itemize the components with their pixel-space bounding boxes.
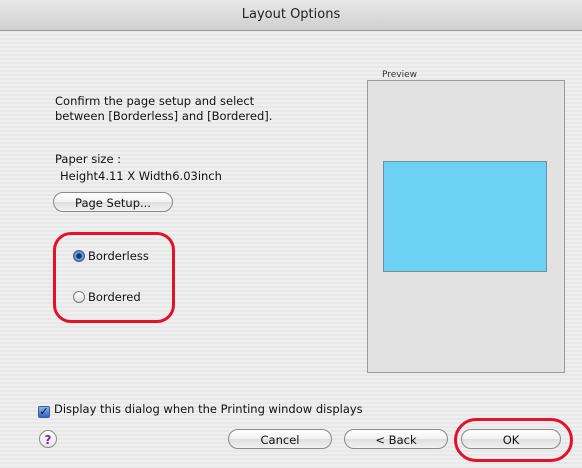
preview-label: Preview <box>382 70 418 80</box>
instructions-line-2: between [Borderless] and [Bordered]. <box>55 109 273 123</box>
window-title: Layout Options <box>241 7 341 22</box>
bordered-radio-option[interactable]: Bordered <box>73 288 141 306</box>
paper-size-label: Paper size : <box>55 152 122 166</box>
display-dialog-checkbox-row[interactable]: ✓ Display this dialog when the Printing w… <box>38 402 363 418</box>
preview-panel <box>367 80 565 373</box>
title-bar[interactable]: Layout Options <box>0 0 582 31</box>
layout-options-dialog: Layout Options Confirm the page setup an… <box>0 0 582 468</box>
back-button[interactable]: < Back <box>344 429 448 449</box>
red-annotation-circle-radio-options <box>53 232 175 323</box>
display-dialog-checkbox[interactable]: ✓ <box>38 406 50 418</box>
paper-preview <box>383 161 547 272</box>
display-dialog-label: Display this dialog when the Printing wi… <box>54 402 363 416</box>
ok-button[interactable]: OK <box>461 429 561 449</box>
cancel-button[interactable]: Cancel <box>228 429 332 449</box>
page-setup-button[interactable]: Page Setup... <box>53 192 173 212</box>
borderless-radio-button[interactable] <box>73 250 85 262</box>
borderless-label: Borderless <box>88 249 149 263</box>
instructions-line-1: Confirm the page setup and select <box>55 94 255 108</box>
paper-size-value: Height4.11 X Width6.03inch <box>60 169 222 183</box>
borderless-radio-option[interactable]: Borderless <box>73 247 149 265</box>
question-help-icon[interactable]: ? <box>39 430 57 448</box>
instructions-text: Confirm the page setup and select betwee… <box>55 94 355 124</box>
bordered-radio-button[interactable] <box>73 291 85 303</box>
bordered-label: Bordered <box>88 290 141 304</box>
